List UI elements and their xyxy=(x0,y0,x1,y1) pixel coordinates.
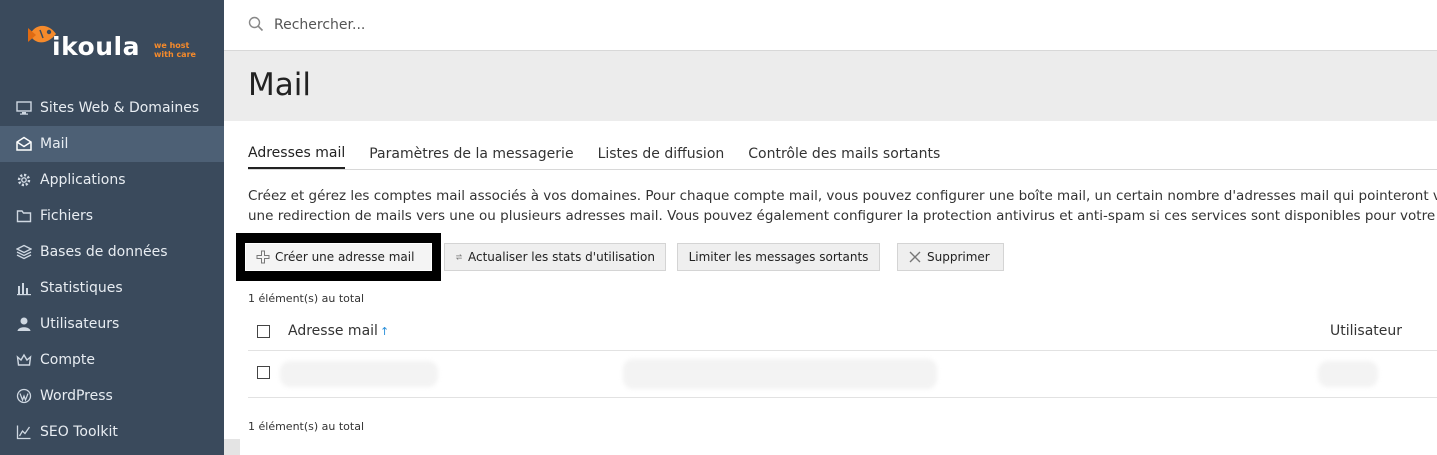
monitor-icon xyxy=(16,100,32,116)
redacted-email xyxy=(280,361,438,387)
row-checkbox[interactable] xyxy=(257,366,270,379)
create-email-label: Créer une adresse mail xyxy=(275,250,415,264)
column-header-email[interactable]: Adresse mail ↑ xyxy=(288,323,389,339)
table-header: Adresse mail ↑ Utilisateur xyxy=(248,314,1437,351)
sidebar-item-fichiers[interactable]: Fichiers xyxy=(0,198,224,234)
ikoula-logo[interactable]: ikoula we host with care xyxy=(28,14,208,74)
close-icon xyxy=(909,251,921,263)
brand-tagline: we host with care xyxy=(154,41,214,59)
email-table: Adresse mail ↑ Utilisateur xyxy=(248,314,1437,398)
limit-outgoing-label: Limiter les messages sortants xyxy=(688,250,869,264)
description-line2: une redirection de mails vers une ou plu… xyxy=(248,208,1437,224)
page-header: Mail xyxy=(224,51,1437,121)
sidebar-item-label: Utilisateurs xyxy=(40,316,120,332)
sidebar-item-bases-de-donnees[interactable]: Bases de données xyxy=(0,234,224,270)
sidebar-item-compte[interactable]: Compte xyxy=(0,342,224,378)
search-input[interactable] xyxy=(272,12,676,38)
refresh-usage-stats-label: Actualiser les stats d'utilisation xyxy=(468,250,655,264)
folder-icon xyxy=(16,208,32,224)
column-header-user[interactable]: Utilisateur xyxy=(1330,323,1402,339)
sidebar-item-mail[interactable]: Mail xyxy=(0,126,224,162)
sidebar-item-label: SEO Toolkit xyxy=(40,424,118,440)
sidebar-item-wordpress[interactable]: WordPress xyxy=(0,378,224,414)
wordpress-icon xyxy=(16,388,32,404)
brand-name: ikoula xyxy=(52,32,140,61)
create-email-button[interactable]: Créer une adresse mail xyxy=(245,243,432,271)
sidebar-nav: Sites Web & Domaines Mail Applications F… xyxy=(0,90,224,450)
sidebar-item-seo-toolkit[interactable]: SEO Toolkit xyxy=(0,414,224,450)
sidebar: ikoula we host with care Sites Web & Dom… xyxy=(0,0,224,455)
sidebar-item-label: Mail xyxy=(40,136,69,152)
select-all-checkbox[interactable] xyxy=(257,325,270,338)
table-row[interactable] xyxy=(248,351,1437,398)
tab-bar: Adresses mail Paramètres de la messageri… xyxy=(248,139,1437,170)
sidebar-item-label: Applications xyxy=(40,172,126,188)
crown-icon xyxy=(16,352,32,368)
item-count-top: 1 élément(s) au total xyxy=(248,292,365,305)
tab-listes-diffusion[interactable]: Listes de diffusion xyxy=(586,139,737,168)
tagline-line1: we host xyxy=(154,41,190,50)
sidebar-item-applications[interactable]: Applications xyxy=(0,162,224,198)
envelope-icon xyxy=(16,136,32,152)
gear-icon xyxy=(16,172,32,188)
top-search-bar xyxy=(224,0,1437,51)
delete-label: Supprimer xyxy=(927,250,990,264)
bar-chart-icon xyxy=(16,280,32,296)
toolbar: Créer une adresse mail Actualiser les st… xyxy=(236,233,1036,281)
refresh-icon xyxy=(455,254,463,260)
sidebar-item-label: Bases de données xyxy=(40,244,168,260)
tab-adresses-mail[interactable]: Adresses mail xyxy=(248,139,346,169)
sidebar-item-statistiques[interactable]: Statistiques xyxy=(0,270,224,306)
page-title: Mail xyxy=(248,67,311,103)
limit-outgoing-button[interactable]: Limiter les messages sortants xyxy=(677,243,880,271)
tagline-line2: with care xyxy=(154,50,196,59)
plus-icon xyxy=(256,250,270,264)
tab-parametres-messagerie[interactable]: Paramètres de la messagerie xyxy=(357,139,585,168)
user-icon xyxy=(16,316,32,332)
tab-controle-mails-sortants[interactable]: Contrôle des mails sortants xyxy=(736,139,952,168)
scrollbar-corner[interactable] xyxy=(224,439,240,455)
redacted-user xyxy=(1318,361,1378,387)
sort-ascending-icon: ↑ xyxy=(379,325,390,338)
description-line1: Créez et gérez les comptes mail associés… xyxy=(248,188,1437,204)
column-email-label: Adresse mail xyxy=(288,323,378,339)
seo-chart-icon xyxy=(16,424,32,440)
layers-icon xyxy=(16,244,32,260)
sidebar-item-label: Statistiques xyxy=(40,280,123,296)
redacted-mailbox-info xyxy=(623,359,937,389)
item-count-bottom: 1 élément(s) au total xyxy=(248,420,365,433)
search-icon[interactable] xyxy=(248,16,264,32)
sidebar-item-utilisateurs[interactable]: Utilisateurs xyxy=(0,306,224,342)
sidebar-item-sites-web[interactable]: Sites Web & Domaines xyxy=(0,90,224,126)
sidebar-item-label: Fichiers xyxy=(40,208,94,224)
sidebar-item-label: Compte xyxy=(40,352,95,368)
delete-button[interactable]: Supprimer xyxy=(897,243,1004,271)
sidebar-item-label: WordPress xyxy=(40,388,113,404)
page-description: Créez et gérez les comptes mail associés… xyxy=(248,186,1437,226)
refresh-usage-stats-button[interactable]: Actualiser les stats d'utilisation xyxy=(444,243,666,271)
sidebar-item-label: Sites Web & Domaines xyxy=(40,100,200,116)
